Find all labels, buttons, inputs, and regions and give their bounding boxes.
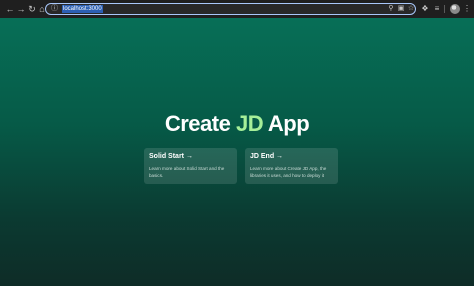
lock-icon[interactable]: ▣: [397, 5, 405, 13]
card-title: JD End →: [250, 153, 284, 160]
url-text[interactable]: localhost:3000: [62, 5, 103, 13]
title-accent: JD: [235, 111, 264, 136]
title-suffix: App: [263, 111, 310, 136]
card-description: Learn more about Create JD App, the libr…: [250, 166, 327, 178]
media-icon[interactable]: ≡: [432, 4, 442, 14]
address-bar[interactable]: ⓘ localhost:3000 ⚲ ▣ ☆: [45, 3, 416, 15]
extensions-icon[interactable]: ❖: [420, 4, 430, 14]
card-description: Learn more about Solid Start and the bas…: [149, 166, 225, 178]
profile-avatar-icon[interactable]: [450, 4, 460, 14]
zoom-icon[interactable]: ⚲: [387, 5, 395, 13]
menu-icon[interactable]: ⋮: [462, 4, 472, 14]
solid-start-card[interactable]: Solid Start → Learn more about Solid Sta…: [144, 148, 237, 184]
page-viewport: Create JD App Solid Start → Learn more a…: [0, 18, 474, 286]
toolbar-divider: [444, 5, 445, 13]
site-info-icon[interactable]: ⓘ: [51, 5, 59, 13]
page-title: Create JD App: [0, 111, 474, 137]
jd-end-card[interactable]: JD End → Learn more about Create JD App,…: [245, 148, 338, 184]
star-icon[interactable]: ☆: [407, 5, 415, 13]
card-title: Solid Start →: [149, 153, 193, 160]
browser-window: ← → ↻ ⌂ ⓘ localhost:3000 ⚲ ▣ ☆ ❖ ≡ ⋮ Cre…: [0, 0, 474, 286]
title-prefix: Create: [164, 111, 236, 136]
browser-toolbar: ← → ↻ ⌂ ⓘ localhost:3000 ⚲ ▣ ☆ ❖ ≡ ⋮: [0, 0, 474, 18]
